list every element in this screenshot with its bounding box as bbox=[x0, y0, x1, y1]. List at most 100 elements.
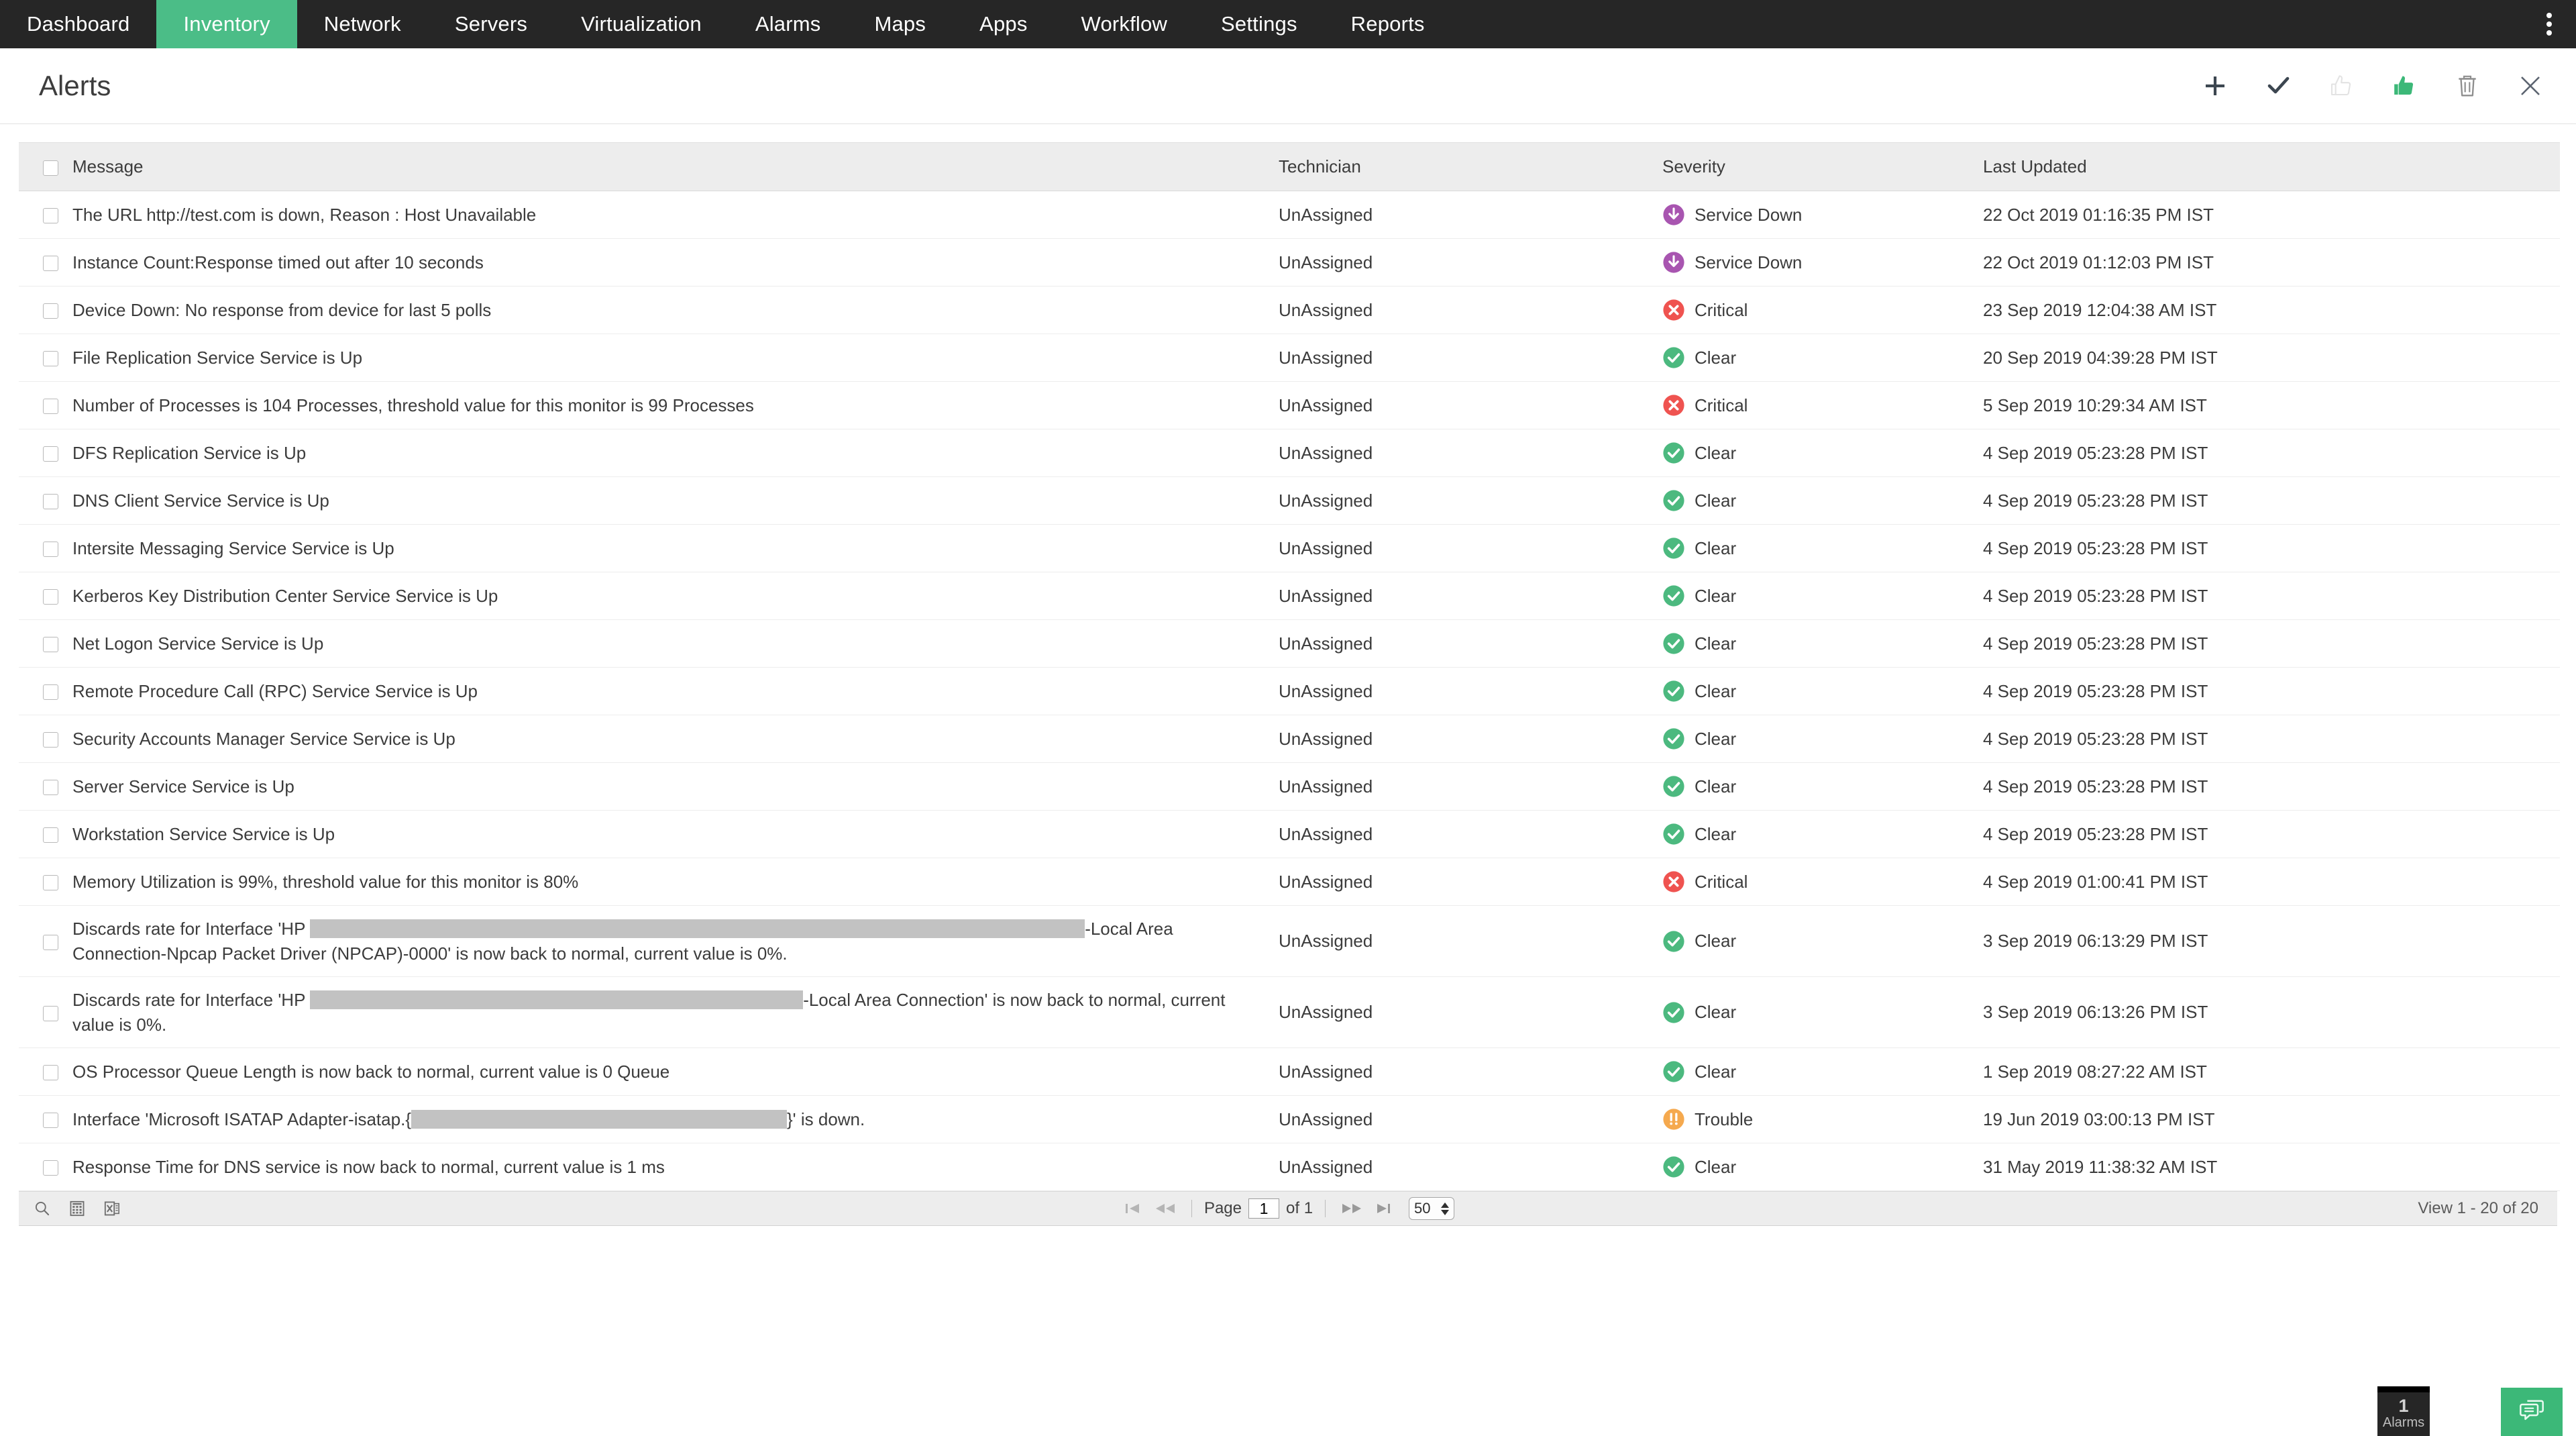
severity-label: Clear bbox=[1695, 585, 1737, 606]
row-select-cell bbox=[19, 619, 71, 668]
row-checkbox[interactable] bbox=[43, 446, 58, 462]
cell-severity: Clear bbox=[1662, 429, 1983, 477]
cell-message: Response Time for DNS service is now bac… bbox=[71, 1143, 1279, 1191]
table-row[interactable]: The URL http://test.com is down, Reason … bbox=[19, 191, 2560, 239]
table-row[interactable]: Discards rate for Interface 'HP -Local A… bbox=[19, 905, 2560, 977]
nav-item-alarms[interactable]: Alarms bbox=[729, 0, 848, 48]
row-checkbox[interactable] bbox=[43, 399, 58, 415]
chat-widget[interactable] bbox=[2501, 1388, 2563, 1436]
close-icon[interactable] bbox=[2513, 68, 2548, 103]
column-header-technician[interactable]: Technician bbox=[1279, 142, 1662, 191]
table-row[interactable]: Device Down: No response from device for… bbox=[19, 286, 2560, 334]
row-checkbox[interactable] bbox=[43, 1160, 58, 1176]
table-row[interactable]: Discards rate for Interface 'HP -Local A… bbox=[19, 976, 2560, 1048]
thumbs-up-outline-icon[interactable] bbox=[2324, 68, 2359, 103]
row-checkbox[interactable] bbox=[43, 684, 58, 701]
table-row[interactable]: DNS Client Service Service is Up UnAssign… bbox=[19, 476, 2560, 525]
alarms-widget[interactable]: 1 Alarms bbox=[2377, 1386, 2430, 1436]
next-page-button[interactable] bbox=[1338, 1200, 1366, 1217]
row-checkbox[interactable] bbox=[43, 1005, 58, 1021]
cell-message: Memory Utilization is 99%, threshold val… bbox=[71, 858, 1279, 906]
row-checkbox[interactable] bbox=[43, 827, 58, 843]
severity-label: Trouble bbox=[1695, 1109, 1754, 1129]
table-row[interactable]: OS Processor Queue Length is now back to… bbox=[19, 1047, 2560, 1096]
cell-technician: UnAssigned bbox=[1279, 667, 1662, 715]
nav-item-workflow[interactable]: Workflow bbox=[1055, 0, 1195, 48]
cell-message: Device Down: No response from device for… bbox=[71, 286, 1279, 334]
table-row[interactable]: Memory Utilization is 99%, threshold val… bbox=[19, 858, 2560, 906]
table-row[interactable]: DFS Replication Service is Up UnAssigned C… bbox=[19, 429, 2560, 477]
severity-critical-icon bbox=[1662, 870, 1685, 893]
row-checkbox[interactable] bbox=[43, 780, 58, 796]
nav-item-reports[interactable]: Reports bbox=[1324, 0, 1452, 48]
more-options-icon[interactable] bbox=[2534, 0, 2564, 48]
cell-severity: Critical bbox=[1662, 286, 1983, 334]
nav-item-virtualization[interactable]: Virtualization bbox=[554, 0, 729, 48]
check-icon[interactable] bbox=[2261, 68, 2296, 103]
page-header: Alerts bbox=[0, 48, 2576, 124]
row-checkbox[interactable] bbox=[43, 256, 58, 272]
column-header-last-updated[interactable]: Last Updated bbox=[1983, 142, 2560, 191]
cell-technician: UnAssigned bbox=[1279, 524, 1662, 572]
row-checkbox[interactable] bbox=[43, 542, 58, 558]
add-icon[interactable] bbox=[2198, 68, 2233, 103]
table-row[interactable]: Workstation Service Service is Up UnAssig… bbox=[19, 810, 2560, 858]
table-row[interactable]: File Replication Service Service is Up Un… bbox=[19, 334, 2560, 382]
thumbs-up-filled-icon[interactable] bbox=[2387, 68, 2422, 103]
cell-last-updated: 1 Sep 2019 08:27:22 AM IST bbox=[1983, 1047, 2560, 1096]
row-checkbox[interactable] bbox=[43, 637, 58, 653]
row-checkbox[interactable] bbox=[43, 875, 58, 891]
nav-item-settings[interactable]: Settings bbox=[1194, 0, 1324, 48]
severity-badge: Critical bbox=[1662, 870, 1983, 894]
severity-clear-icon bbox=[1662, 1060, 1685, 1083]
row-checkbox[interactable] bbox=[43, 303, 58, 319]
table-row[interactable]: Interface 'Microsoft ISATAP Adapter-isat… bbox=[19, 1095, 2560, 1143]
column-header-message[interactable]: Message bbox=[71, 142, 1279, 191]
nav-item-dashboard[interactable]: Dashboard bbox=[0, 0, 156, 48]
cell-severity: Clear bbox=[1662, 334, 1983, 382]
table-row[interactable]: Intersite Messaging Service Service is U… bbox=[19, 524, 2560, 572]
page-size-select[interactable]: 50 bbox=[1409, 1197, 1455, 1220]
table-row[interactable]: Server Service Service is Up UnAssigned Cl… bbox=[19, 762, 2560, 811]
nav-item-network[interactable]: Network bbox=[297, 0, 428, 48]
row-checkbox[interactable] bbox=[43, 1065, 58, 1081]
cell-last-updated: 5 Sep 2019 10:29:34 AM IST bbox=[1983, 381, 2560, 429]
column-header-severity[interactable]: Severity bbox=[1662, 142, 1983, 191]
row-checkbox[interactable] bbox=[43, 732, 58, 748]
row-checkbox[interactable] bbox=[43, 494, 58, 510]
row-select-cell bbox=[19, 858, 71, 906]
cell-severity: Clear bbox=[1662, 976, 1983, 1048]
cell-message: Security Accounts Manager Service Servic… bbox=[71, 715, 1279, 763]
alarms-count: 1 bbox=[2398, 1395, 2409, 1416]
severity-critical-icon bbox=[1662, 394, 1685, 417]
table-row[interactable]: Response Time for DNS service is now bac… bbox=[19, 1143, 2560, 1191]
severity-badge: Clear bbox=[1662, 1155, 1983, 1180]
previous-page-button[interactable] bbox=[1151, 1200, 1179, 1217]
table-row[interactable]: Remote Procedure Call (RPC) Service Serv… bbox=[19, 667, 2560, 715]
row-checkbox[interactable] bbox=[43, 934, 58, 950]
table-row[interactable]: Instance Count:Response timed out after … bbox=[19, 238, 2560, 287]
row-checkbox[interactable] bbox=[43, 351, 58, 367]
cell-last-updated: 4 Sep 2019 05:23:28 PM IST bbox=[1983, 476, 2560, 525]
table-row[interactable]: Security Accounts Manager Service Servic… bbox=[19, 715, 2560, 763]
cell-severity: Clear bbox=[1662, 762, 1983, 811]
row-checkbox[interactable] bbox=[43, 1113, 58, 1129]
table-row[interactable]: Number of Processes is 104 Processes, th… bbox=[19, 381, 2560, 429]
delete-icon[interactable] bbox=[2450, 68, 2485, 103]
last-page-button[interactable] bbox=[1373, 1200, 1395, 1217]
row-select-cell bbox=[19, 476, 71, 525]
severity-clear-icon bbox=[1662, 584, 1685, 607]
table-row[interactable]: Kerberos Key Distribution Center Service… bbox=[19, 572, 2560, 620]
nav-item-maps[interactable]: Maps bbox=[847, 0, 953, 48]
row-checkbox[interactable] bbox=[43, 589, 58, 605]
first-page-button[interactable] bbox=[1122, 1200, 1144, 1217]
nav-item-apps[interactable]: Apps bbox=[953, 0, 1054, 48]
page-number-input[interactable] bbox=[1248, 1198, 1280, 1219]
row-checkbox[interactable] bbox=[43, 208, 58, 224]
cell-last-updated: 4 Sep 2019 05:23:28 PM IST bbox=[1983, 762, 2560, 811]
cell-last-updated: 3 Sep 2019 06:13:29 PM IST bbox=[1983, 905, 2560, 977]
table-row[interactable]: Net Logon Service Service is Up UnAssigne… bbox=[19, 619, 2560, 668]
nav-item-inventory[interactable]: Inventory bbox=[156, 0, 297, 48]
nav-item-servers[interactable]: Servers bbox=[428, 0, 554, 48]
select-all-checkbox[interactable] bbox=[43, 160, 58, 176]
